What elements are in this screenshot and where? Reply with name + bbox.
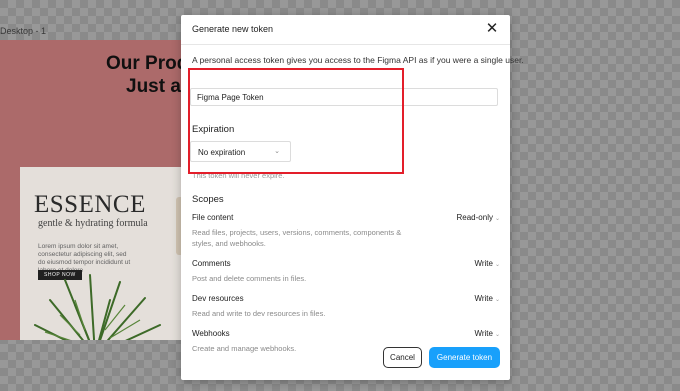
dialog-intro-text: A personal access token gives you access… (192, 55, 524, 65)
scope-name: Comments (192, 259, 231, 268)
expiration-select[interactable]: No expiration ⌄ (190, 141, 291, 162)
scope-permission-dropdown[interactable]: Write ⌄ (474, 259, 500, 268)
scope-name: Dev resources (192, 294, 244, 303)
cancel-button[interactable]: Cancel (383, 347, 422, 368)
close-icon[interactable]: ✕ (484, 21, 500, 37)
scope-comments: Comments Post and delete comments in fil… (192, 259, 500, 284)
token-name-input[interactable] (190, 88, 498, 106)
scope-file-content: File content Read files, projects, users… (192, 213, 500, 249)
scope-description: Post and delete comments in files. (192, 274, 307, 283)
expiration-selected-value: No expiration (198, 148, 246, 157)
permission-value: Write (474, 329, 493, 338)
chevron-down-icon: ⌄ (494, 262, 500, 268)
scope-permission-dropdown[interactable]: Write ⌄ (474, 329, 500, 338)
scope-name: File content (192, 213, 234, 222)
expiration-hint: This token will never expire. (192, 171, 285, 180)
chevron-down-icon: ⌄ (494, 216, 500, 222)
scope-permission-dropdown[interactable]: Write ⌄ (474, 294, 500, 303)
scope-dev-resources: Dev resources Read and write to dev reso… (192, 294, 500, 319)
chevron-down-icon: ⌄ (494, 297, 500, 303)
scope-description: Create and manage webhooks. (192, 344, 297, 353)
scope-description: Read and write to dev resources in files… (192, 309, 326, 318)
dialog-header: Generate new token ✕ (181, 15, 510, 45)
scope-name: Webhooks (192, 329, 230, 338)
dialog-title: Generate new token (192, 24, 274, 34)
permission-value: Write (474, 294, 493, 303)
permission-value: Read-only (456, 213, 493, 222)
scopes-label: Scopes (192, 194, 224, 205)
generate-token-dialog: Generate new token ✕ A personal access t… (181, 15, 524, 380)
scope-description: Read files, projects, users, versions, c… (192, 228, 402, 248)
scope-permission-dropdown[interactable]: Read-only ⌄ (457, 213, 501, 222)
chevron-down-icon: ⌄ (494, 332, 500, 338)
chevron-down-icon: ⌄ (274, 148, 280, 155)
permission-value: Write (474, 259, 493, 268)
generate-token-button[interactable]: Generate token (429, 347, 500, 368)
expiration-label: Expiration (192, 124, 235, 135)
